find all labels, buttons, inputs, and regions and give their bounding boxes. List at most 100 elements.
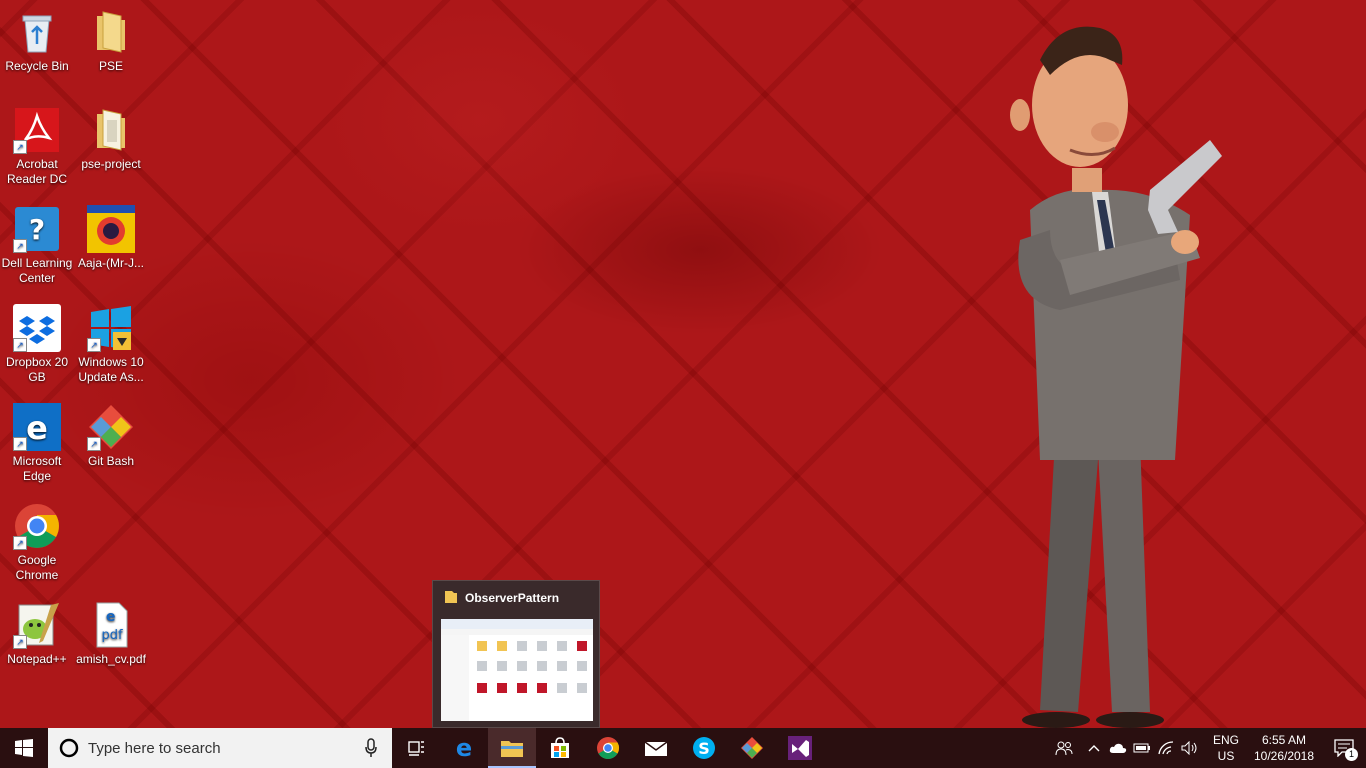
chevron-up-icon [1088, 745, 1100, 752]
desktop-icon-label: Recycle Bin [5, 59, 69, 73]
desktop-icon-label: Google Chrome [15, 553, 59, 582]
mail-icon [644, 741, 668, 756]
edge-icon: e [456, 736, 472, 760]
thumbnail-title: ObserverPattern [465, 591, 560, 605]
desktop-icon-label: Dell Learning Center [1, 256, 73, 285]
svg-text:?: ? [29, 213, 45, 246]
taskbar-mail[interactable] [632, 728, 680, 768]
system-tray: ENG US 6:55 AM 10/26/2018 1 [1046, 728, 1366, 768]
volume-tray[interactable] [1178, 728, 1202, 768]
wifi-icon [1158, 741, 1174, 755]
region-code: US [1217, 749, 1235, 763]
desktop-icon-aaja[interactable]: Aaja-(Mr-J... [74, 205, 148, 271]
svg-text:e: e [456, 736, 472, 760]
svg-text:e: e [26, 409, 48, 447]
taskbar-chrome[interactable] [584, 728, 632, 768]
desktop-icon-chrome[interactable]: ↗ Google Chrome [0, 502, 74, 583]
battery-icon [1133, 743, 1150, 753]
thumbnail-window-image [441, 619, 593, 721]
wallpaper-character [1010, 26, 1222, 728]
desktop-icon-git-bash[interactable]: ↗ Git Bash [74, 403, 148, 469]
taskbar: Type here to search e S ENG US 6:55 AM 1… [0, 728, 1366, 768]
notepadpp-icon: ↗ [13, 601, 61, 649]
recycle-bin-icon [13, 8, 61, 56]
desktop-icon-dell-learning[interactable]: ? ↗ Dell Learning Center [0, 205, 74, 286]
wifi-tray[interactable] [1154, 728, 1178, 768]
clock-time: 6:55 AM [1261, 733, 1307, 747]
desktop-icon-label: Windows 10 Update As... [78, 355, 144, 384]
action-center-button[interactable]: 1 [1322, 728, 1366, 768]
folder-icon [87, 106, 135, 154]
desktop-icon-pse[interactable]: PSE [74, 8, 148, 74]
input-language[interactable]: ENG US [1206, 732, 1246, 764]
file-explorer-icon [501, 741, 523, 757]
desktop-icon-label: Notepad++ [7, 652, 67, 666]
clock-date: 10/26/2018 [1253, 749, 1315, 763]
desktop-icon-label: Git Bash [87, 454, 135, 468]
notification-count-badge: 1 [1345, 748, 1358, 761]
task-view-button[interactable] [392, 728, 440, 768]
explorer-thumbnail-preview[interactable]: ObserverPattern [432, 580, 600, 728]
desktop-icon-acrobat[interactable]: ↗ Acrobat Reader DC [0, 106, 74, 187]
battery-tray[interactable] [1130, 728, 1154, 768]
shortcut-arrow-icon: ↗ [13, 338, 27, 352]
taskbar-file-explorer[interactable] [488, 728, 536, 768]
desktop-icon-edge[interactable]: e ↗ Microsoft Edge [0, 403, 74, 484]
skype-icon: S [693, 737, 715, 759]
clock[interactable]: 6:55 AM 10/26/2018 [1246, 732, 1322, 764]
folder-icon [445, 591, 457, 603]
task-view-icon [408, 741, 424, 756]
folder-icon [87, 8, 135, 56]
taskbar-search-box[interactable]: Type here to search [48, 728, 392, 768]
git-bash-icon: ↗ [87, 403, 135, 451]
onedrive-tray[interactable] [1106, 728, 1130, 768]
search-placeholder: Type here to search [88, 739, 221, 757]
git-icon [741, 737, 763, 759]
pdf-file-icon: e pdf [87, 601, 135, 649]
taskbar-visual-studio[interactable] [776, 728, 824, 768]
people-button[interactable] [1046, 728, 1082, 768]
dropbox-icon: ↗ [13, 304, 61, 352]
svg-text:S: S [698, 739, 710, 758]
desktop-icon-windows-update[interactable]: ↗ Windows 10 Update As... [74, 304, 148, 385]
desktop-icon-amish-cv[interactable]: e pdf amish_cv.pdf [74, 601, 148, 667]
desktop-icon-pse-project[interactable]: pse-project [74, 106, 148, 172]
acrobat-icon: ↗ [13, 106, 61, 154]
desktop-icon-recycle-bin[interactable]: Recycle Bin [0, 8, 74, 74]
microphone-icon[interactable] [364, 738, 378, 758]
edge-icon: e ↗ [13, 403, 61, 451]
chrome-icon: ↗ [13, 502, 61, 550]
cortana-icon [59, 738, 79, 758]
people-icon [1055, 741, 1073, 756]
taskbar-git[interactable] [728, 728, 776, 768]
shortcut-arrow-icon: ↗ [13, 239, 27, 253]
desktop-icon-dropbox[interactable]: ↗ Dropbox 20 GB [0, 304, 74, 385]
store-icon [551, 737, 569, 758]
taskbar-store[interactable] [536, 728, 584, 768]
shortcut-arrow-icon: ↗ [13, 437, 27, 451]
svg-text:pdf: pdf [101, 628, 123, 643]
desktop-icon-label: Microsoft Edge [12, 454, 62, 483]
shortcut-arrow-icon: ↗ [87, 338, 101, 352]
visual-studio-icon [788, 736, 812, 760]
language-code: ENG [1212, 733, 1239, 747]
desktop-icon-label: Aaja-(Mr-J... [78, 256, 144, 270]
shortcut-arrow-icon: ↗ [13, 140, 27, 154]
svg-text:e: e [106, 609, 116, 625]
shortcut-arrow-icon: ↗ [13, 536, 27, 550]
windows-start-icon [15, 739, 33, 757]
taskbar-edge[interactable]: e [440, 728, 488, 768]
start-button[interactable] [0, 728, 48, 768]
desktop-icon-label: Acrobat Reader DC [6, 157, 68, 186]
speaker-icon [1181, 741, 1197, 755]
desktop-icon-label: amish_cv.pdf [76, 652, 146, 666]
shortcut-arrow-icon: ↗ [13, 635, 27, 649]
desktop-icon-notepadpp[interactable]: ↗ Notepad++ [0, 601, 74, 667]
chrome-icon [597, 737, 619, 759]
desktop-icon-label: Dropbox 20 GB [5, 355, 69, 384]
music-album-icon [87, 205, 135, 253]
shortcut-arrow-icon: ↗ [87, 437, 101, 451]
show-hidden-icons-button[interactable] [1082, 728, 1106, 768]
desktop-icon-label: PSE [98, 59, 123, 73]
taskbar-skype[interactable]: S [680, 728, 728, 768]
